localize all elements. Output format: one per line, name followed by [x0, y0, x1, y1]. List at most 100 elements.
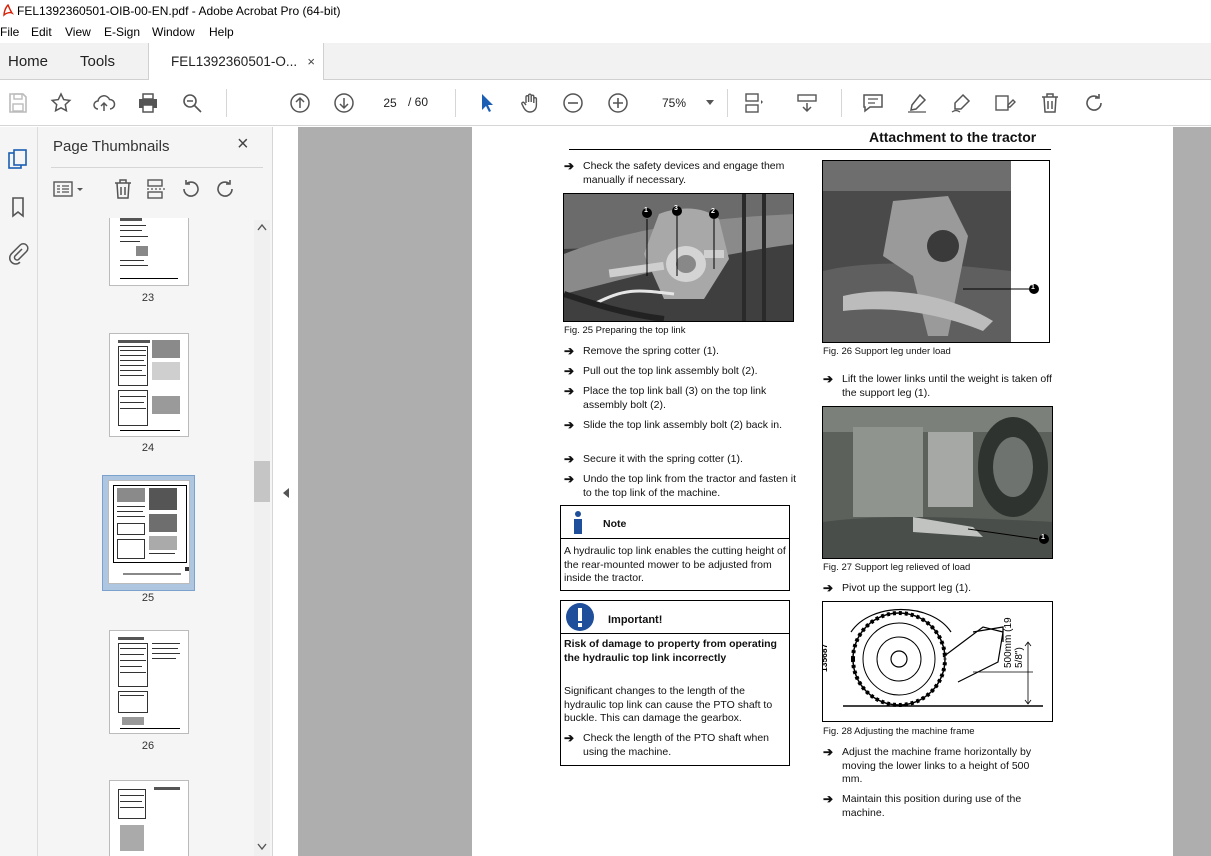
edit-pdf-icon[interactable]	[993, 91, 1017, 115]
figure-25-caption: Fig. 25 Preparing the top link	[564, 325, 686, 336]
tab-tools[interactable]: Tools	[80, 43, 115, 80]
tab-home[interactable]: Home	[8, 43, 48, 80]
page-count: / 60	[408, 95, 429, 109]
thumbnail-scrollbar-thumb[interactable]	[254, 461, 270, 502]
page-thumbnail[interactable]	[109, 218, 189, 286]
menu-edit[interactable]: Edit	[31, 25, 52, 39]
chevron-down-icon	[706, 100, 714, 105]
rotate-counterclockwise-icon[interactable]	[179, 177, 203, 201]
page-thumbnail[interactable]	[109, 333, 189, 437]
select-cursor-icon[interactable]	[475, 91, 499, 115]
zoom-level-value: 75%	[662, 96, 687, 110]
figure-25-photo: 1 3 2	[563, 193, 794, 322]
header-rule	[569, 149, 1051, 150]
step-text: Maintain this position during use of the…	[842, 793, 1022, 819]
attachments-icon[interactable]	[5, 240, 31, 266]
delete-icon[interactable]	[1038, 91, 1062, 115]
highlight-pen-icon[interactable]	[905, 91, 929, 115]
figure-label-2: 2	[711, 208, 715, 215]
menu-esign[interactable]: E-Sign	[104, 25, 140, 39]
save-icon[interactable]	[6, 91, 30, 115]
sign-icon[interactable]	[949, 91, 973, 115]
next-page-icon[interactable]	[332, 91, 356, 115]
step-text: Pull out the top link assembly bolt (2).	[583, 365, 758, 377]
bookmarks-icon[interactable]	[5, 194, 31, 220]
page-header: Attachment to the tractor	[869, 129, 1037, 145]
page-fit-icon[interactable]	[742, 91, 766, 115]
arrow-icon: ➔	[564, 472, 575, 486]
zoom-in-icon[interactable]	[606, 91, 630, 115]
menu-file[interactable]: File	[0, 25, 19, 39]
thumbnail-options-icon[interactable]	[52, 177, 88, 201]
step-text: Lift the lower links until the weight is…	[842, 373, 1052, 399]
important-title: Important!	[608, 614, 663, 626]
arrow-icon: ➔	[823, 372, 834, 386]
zoom-level-dropdown[interactable]: 75%	[656, 93, 718, 113]
menu-bar: File Edit View E-Sign Window Help	[0, 22, 1211, 43]
arrow-icon: ➔	[564, 452, 575, 466]
scroll-down-icon[interactable]	[257, 843, 267, 851]
menu-window[interactable]: Window	[152, 25, 195, 39]
note-title: Note	[603, 518, 627, 530]
figure-28-code: 135687	[822, 643, 829, 672]
thumbnail-list: 23 24 25 26	[38, 218, 264, 856]
find-zoom-icon[interactable]	[180, 91, 204, 115]
step-text: Place the top link ball (3) on the top l…	[583, 385, 767, 411]
print-icon[interactable]	[136, 91, 160, 115]
collapse-panel-icon[interactable]	[282, 488, 290, 498]
arrow-icon: ➔	[823, 745, 834, 759]
panel-close-icon[interactable]: ×	[237, 133, 249, 156]
menu-view[interactable]: View	[65, 25, 91, 39]
arrow-icon: ➔	[564, 159, 575, 173]
figure-label-3: 3	[674, 205, 678, 212]
extract-pages-icon[interactable]	[144, 177, 168, 201]
panel-splitter[interactable]	[272, 127, 298, 856]
hand-tool-icon[interactable]	[518, 91, 542, 115]
delete-pages-icon[interactable]	[111, 177, 135, 201]
note-box: Note A hydraulic top link enables the cu…	[560, 505, 790, 591]
figure-28-dimension: 500mm (19 5/8")	[1003, 617, 1025, 668]
important-text: Significant changes to the length of the…	[564, 685, 773, 724]
page-thumbnail[interactable]	[109, 630, 189, 734]
previous-page-icon[interactable]	[288, 91, 312, 115]
tab-close-icon[interactable]: ×	[307, 43, 315, 80]
figure-label-1: 1	[1031, 284, 1035, 291]
page-number-input[interactable]	[376, 92, 404, 114]
acrobat-logo-icon	[3, 4, 14, 17]
step-text: Remove the spring cotter (1).	[583, 345, 719, 357]
thumbnail-page-number: 25	[141, 592, 155, 604]
bookmark-star-icon[interactable]	[49, 91, 73, 115]
figure-28-caption: Fig. 28 Adjusting the machine frame	[823, 726, 975, 737]
thumbnail-scrollbar[interactable]	[254, 220, 270, 856]
cloud-upload-icon[interactable]	[92, 91, 116, 115]
toolbar: / 60 75%	[0, 80, 1211, 126]
rotate-icon[interactable]	[1082, 91, 1106, 115]
step-text: Adjust the machine frame horizontally by…	[842, 746, 1032, 785]
figure-27-photo: 1	[822, 406, 1053, 559]
menu-help[interactable]: Help	[209, 25, 234, 39]
page-thumbnails-icon[interactable]	[5, 147, 31, 173]
step-text: Undo the top link from the tractor and f…	[583, 473, 797, 499]
panel-divider	[51, 167, 263, 168]
arrow-icon: ➔	[564, 418, 575, 432]
toolbar-separator	[455, 89, 456, 117]
rotate-clockwise-icon[interactable]	[213, 177, 237, 201]
pdf-page: Attachment to the tractor ➔ Check the sa…	[472, 127, 1173, 856]
thumbnail-page-number: 24	[141, 442, 155, 454]
left-nav-rail	[0, 127, 38, 856]
comment-icon[interactable]	[861, 91, 885, 115]
page-thumbnail-selected[interactable]	[108, 480, 190, 584]
scroll-up-icon[interactable]	[257, 223, 267, 231]
important-box: Important! Risk of damage to property fr…	[560, 600, 790, 766]
arrow-icon: ➔	[564, 344, 575, 358]
important-warning-icon	[566, 603, 594, 631]
tab-document[interactable]: FEL1392360501-O... ×	[148, 43, 324, 81]
arrow-icon: ➔	[564, 364, 575, 378]
panel-title: Page Thumbnails	[53, 138, 170, 155]
scroll-mode-icon[interactable]	[795, 91, 819, 115]
figure-27-caption: Fig. 27 Support leg relieved of load	[823, 562, 971, 573]
zoom-out-icon[interactable]	[561, 91, 585, 115]
step-text: Slide the top link assembly bolt (2) bac…	[583, 419, 783, 431]
title-bar: FEL1392360501-OIB-00-EN.pdf - Adobe Acro…	[0, 0, 1211, 22]
page-thumbnail[interactable]	[109, 780, 189, 856]
